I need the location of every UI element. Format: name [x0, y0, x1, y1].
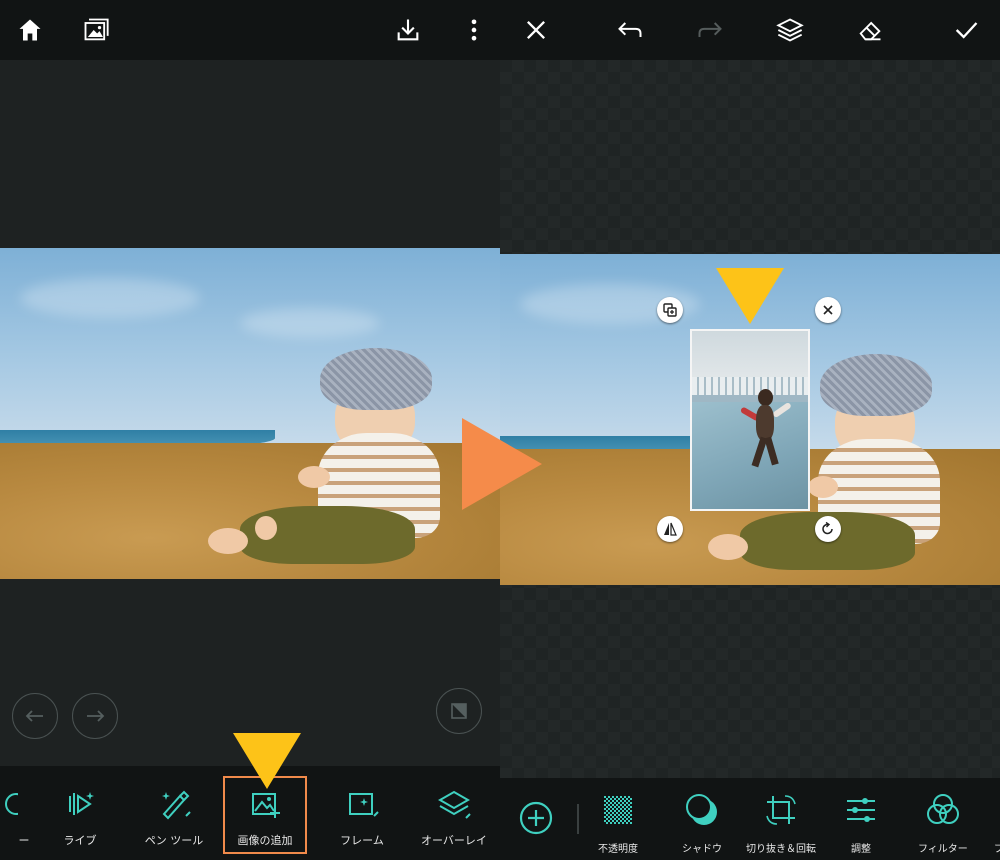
toolbar-divider — [577, 804, 579, 834]
added-image-sticker[interactable] — [690, 329, 810, 511]
shadow-icon — [686, 794, 717, 825]
tool-label: ペン ツール — [144, 834, 204, 847]
adjust-icon — [847, 798, 875, 822]
undo-button[interactable] — [12, 693, 58, 739]
tool-opacity[interactable]: 不透明度 — [598, 792, 638, 858]
tool-label: ー — [18, 834, 30, 847]
tool-filter[interactable]: フィルター — [918, 792, 968, 858]
partial-tool-icon — [986, 792, 1000, 828]
download-button[interactable] — [388, 10, 428, 50]
checkmark-icon — [955, 22, 978, 39]
more-vertical-icon — [471, 19, 477, 41]
orange-transition-arrow — [462, 418, 542, 510]
crop-rotate-icon — [766, 795, 796, 825]
delete-handle[interactable] — [815, 297, 841, 323]
add-button[interactable] — [518, 800, 554, 860]
layers-icon — [776, 18, 804, 42]
tool-label: オーバーレイ — [421, 834, 487, 847]
tool-frame[interactable]: フレーム — [322, 778, 402, 854]
edit-photo[interactable] — [0, 248, 500, 579]
tool-partial[interactable]: ブレ — [986, 792, 1000, 858]
tool-crop-rotate[interactable]: 切り抜き＆回転 — [746, 792, 816, 858]
tool-live[interactable]: ライブ — [40, 778, 120, 854]
yellow-pointer-arrow — [233, 733, 301, 789]
top-bar — [500, 0, 1000, 60]
tool-label: ライブ — [63, 834, 97, 847]
apply-button[interactable] — [946, 10, 986, 50]
opacity-icon — [604, 796, 632, 824]
overlay-icon — [437, 790, 471, 819]
duplicate-icon — [663, 303, 677, 317]
close-button[interactable] — [516, 10, 556, 50]
filter-icon — [926, 794, 959, 824]
compare-button[interactable] — [436, 688, 482, 734]
tool-label: 画像の追加 — [237, 834, 293, 847]
tool-label: シャドウ — [682, 844, 722, 855]
tool-label: 不透明度 — [598, 844, 638, 855]
undo-icon — [25, 710, 43, 722]
add-circle-icon — [519, 801, 553, 835]
tool-label: フレーム — [340, 834, 384, 847]
redo-icon — [698, 22, 722, 37]
eraser-icon — [859, 21, 881, 41]
download-icon — [397, 19, 419, 41]
home-button[interactable] — [10, 10, 50, 50]
tool-label: フィルター — [918, 844, 968, 855]
image-tool-bar: 不透明度 シャドウ 切り抜き＆回転 調整 フィルター ブレ — [500, 778, 1000, 860]
live-icon — [69, 792, 94, 815]
rotate-icon — [822, 521, 833, 535]
home-icon — [19, 19, 41, 41]
pen-tool-icon — [162, 790, 191, 820]
close-icon — [527, 21, 545, 39]
layers-button[interactable] — [770, 10, 810, 50]
tool-label: 切り抜き＆回転 — [746, 844, 816, 855]
close-icon — [823, 305, 833, 315]
tool-partial[interactable]: ー — [0, 778, 40, 854]
flip-icon — [664, 522, 677, 536]
partial-tool-icon — [5, 793, 18, 815]
frame-icon — [349, 793, 379, 817]
editor-screen-right: 不透明度 シャドウ 切り抜き＆回転 調整 フィルター ブレ — [500, 0, 1000, 860]
undo-icon — [618, 22, 642, 37]
tool-overlay[interactable]: オーバーレイ — [414, 778, 494, 854]
tool-adjust[interactable]: 調整 — [843, 792, 879, 858]
gallery-button[interactable] — [76, 10, 116, 50]
tool-shadow[interactable]: シャドウ — [682, 792, 722, 858]
top-bar — [0, 0, 500, 60]
flip-handle[interactable] — [657, 516, 683, 542]
tool-label: ブレ — [994, 844, 1000, 855]
compare-icon — [451, 703, 467, 719]
undo-button[interactable] — [610, 10, 650, 50]
rotate-handle[interactable] — [815, 516, 841, 542]
baby-subject — [200, 348, 460, 578]
more-menu-button[interactable] — [454, 10, 494, 50]
yellow-pointer-arrow — [716, 268, 784, 324]
tool-label: 調整 — [851, 844, 871, 855]
duplicate-handle[interactable] — [657, 297, 683, 323]
redo-button[interactable] — [72, 693, 118, 739]
editor-screen-left: ー ライブ ペン ツール 画像の追加 フレーム オーバーレイ — [0, 0, 500, 860]
eraser-button[interactable] — [850, 10, 890, 50]
redo-icon — [87, 710, 105, 722]
add-image-icon — [252, 793, 280, 818]
gallery-icon — [84, 18, 109, 41]
tool-pen[interactable]: ペン ツール — [134, 778, 214, 854]
redo-button[interactable] — [690, 10, 730, 50]
